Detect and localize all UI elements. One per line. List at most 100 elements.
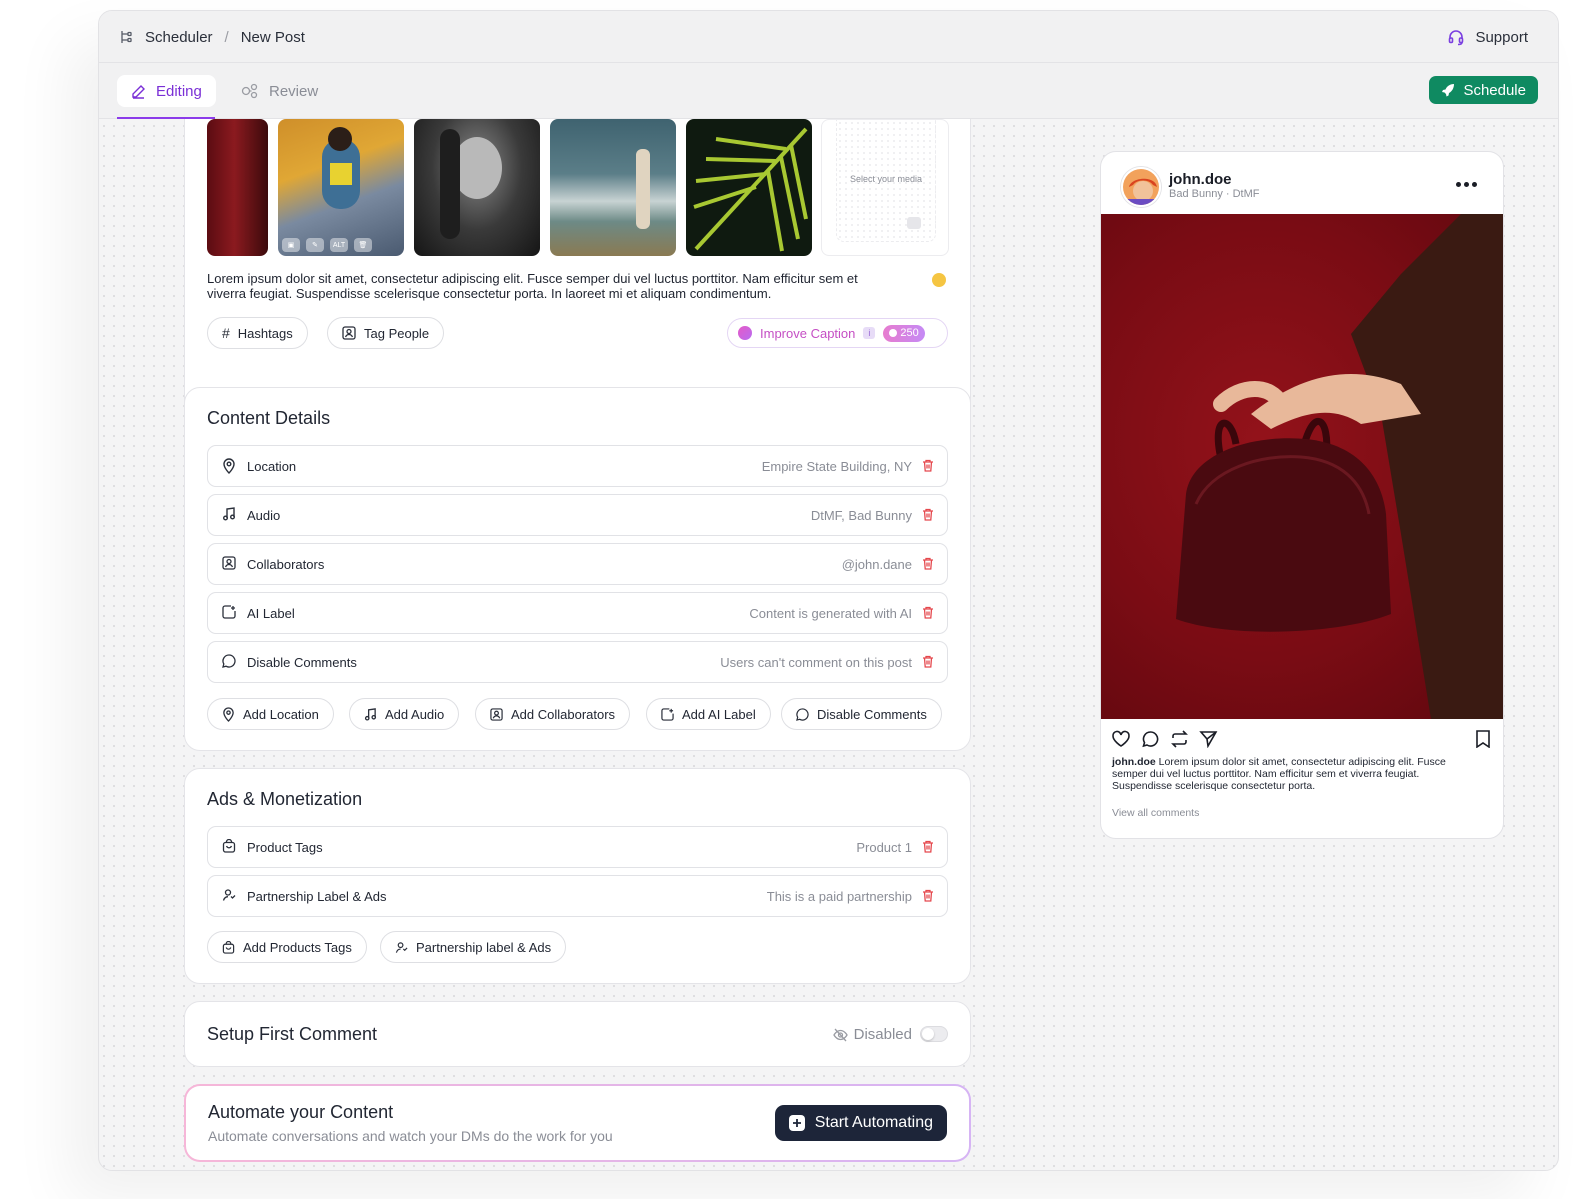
ads-title: Ads & Monetization: [207, 789, 363, 809]
first-comment-card: Setup First Comment Disabled: [184, 1001, 971, 1067]
automate-subtitle: Automate conversations and watch your DM…: [208, 1128, 613, 1144]
edit-icon[interactable]: ✎: [306, 238, 324, 252]
detail-row-ai-label[interactable]: AI Label Content is generated with AI: [207, 592, 948, 634]
tag-people-button[interactable]: Tag People: [327, 317, 445, 349]
image-icon[interactable]: ▣: [282, 238, 300, 252]
select-media-text: Select your media: [849, 174, 923, 184]
row-value: Product 1: [856, 840, 912, 855]
credits-badge: 250: [883, 324, 925, 342]
tab-review[interactable]: Review: [227, 75, 332, 107]
tab-editing[interactable]: Editing: [117, 75, 216, 107]
breadcrumb-root[interactable]: Scheduler: [145, 29, 213, 46]
row-label: Disable Comments: [247, 655, 357, 670]
first-comment-title: Setup First Comment: [207, 1024, 378, 1044]
hashtags-button[interactable]: # Hashtags: [207, 317, 308, 349]
add-audio-label: Add Audio: [385, 706, 445, 722]
gallery-icon: [907, 217, 921, 229]
more-options-icon[interactable]: [1456, 182, 1477, 187]
row-label: Location: [247, 459, 297, 474]
emoji-icon[interactable]: [932, 273, 946, 287]
add-ai-label-button[interactable]: Add AI Label: [646, 698, 771, 730]
media-thumbnail[interactable]: [686, 119, 812, 256]
schedule-button[interactable]: Schedule: [1429, 76, 1538, 104]
detail-row-location[interactable]: Location Empire State Building, NY: [207, 445, 948, 487]
first-comment-status: Disabled: [832, 1026, 912, 1043]
eye-off-icon: [832, 1028, 848, 1042]
music-icon: [364, 707, 377, 721]
view-all-comments-link[interactable]: View all comments: [1112, 807, 1199, 819]
send-icon[interactable]: [1199, 730, 1218, 748]
row-value: @john.dane: [841, 557, 912, 572]
ads-row-partnership[interactable]: Partnership Label & Ads This is a paid p…: [207, 875, 948, 917]
first-comment-toggle[interactable]: [920, 1026, 948, 1042]
trash-icon[interactable]: [922, 606, 934, 619]
ads-monetization-card: Ads & Monetization Product Tags Product …: [184, 768, 971, 984]
scheduler-icon: [119, 30, 133, 44]
media-thumbnail[interactable]: [550, 119, 676, 256]
trash-icon[interactable]: [922, 655, 934, 668]
add-location-label: Add Location: [243, 706, 319, 722]
handbag-photo: [1176, 214, 1503, 719]
detail-row-audio[interactable]: Audio DtMF, Bad Bunny: [207, 494, 948, 536]
improve-caption-label: Improve Caption: [760, 325, 856, 341]
add-collaborators-button[interactable]: Add Collaborators: [475, 698, 631, 730]
hashtags-label: Hashtags: [237, 325, 293, 341]
caption-text[interactable]: Lorem ipsum dolor sit amet, consectetur …: [207, 271, 897, 301]
tab-editing-label: Editing: [156, 82, 202, 100]
add-product-tags-button[interactable]: Add Products Tags: [207, 931, 367, 963]
alt-text-button[interactable]: ALT: [330, 238, 348, 252]
breadcrumb-current: New Post: [240, 28, 305, 46]
partnership-label-button[interactable]: Partnership label & Ads: [380, 931, 567, 963]
automate-title: Automate your Content: [208, 1102, 394, 1122]
trash-icon[interactable]: [922, 889, 934, 902]
select-media-slot[interactable]: Select your media: [821, 119, 949, 256]
trash-icon[interactable]: [922, 840, 934, 853]
music-icon: [222, 507, 236, 521]
credits-count: 250: [900, 327, 919, 339]
info-icon[interactable]: i: [863, 327, 876, 339]
collaborators-icon: [222, 556, 236, 570]
trash-icon[interactable]: 🗑: [354, 238, 372, 252]
add-location-button[interactable]: Add Location: [207, 698, 334, 730]
trash-icon[interactable]: [922, 557, 934, 570]
heart-icon[interactable]: [1111, 730, 1131, 748]
app-window: Scheduler / New Post Support Editing Rev…: [98, 10, 1559, 1171]
trash-icon[interactable]: [922, 459, 934, 472]
select-media-dropzone: Select your media: [836, 120, 936, 242]
tab-review-label: Review: [269, 82, 319, 100]
content-details-card: Content Details Location Empire State Bu…: [184, 387, 971, 751]
start-automating-button[interactable]: Start Automating: [774, 1105, 947, 1141]
headset-icon: [1447, 28, 1465, 46]
media-thumbnail[interactable]: ▣ ✎ ALT 🗑: [278, 119, 404, 256]
media-thumbnail[interactable]: [207, 119, 268, 256]
content-details-title: Content Details: [207, 408, 331, 428]
trash-icon[interactable]: [922, 508, 934, 521]
improve-caption-button[interactable]: Improve Caption i 250: [727, 318, 948, 348]
row-value: Users can't comment on this post: [720, 655, 912, 670]
row-value: Content is generated with AI: [749, 606, 912, 621]
support-link[interactable]: Support: [1447, 11, 1528, 63]
ai-label-icon: [661, 707, 674, 721]
avatar: [1121, 167, 1161, 207]
media-thumbnail[interactable]: [414, 119, 540, 256]
partnership-icon: [395, 941, 408, 954]
ads-row-product-tags[interactable]: Product Tags Product 1: [207, 826, 948, 868]
first-comment-status-label: Disabled: [853, 1026, 912, 1043]
post-preview: john.doe Bad Bunny · DtMF john.doe Lorem: [1100, 151, 1504, 839]
row-label: Partnership Label & Ads: [247, 889, 387, 904]
sparkle-icon: [738, 326, 752, 340]
comment-icon[interactable]: [1141, 730, 1160, 748]
bookmark-icon[interactable]: [1475, 730, 1491, 748]
repost-icon[interactable]: [1170, 730, 1189, 748]
collaborators-icon: [490, 707, 503, 721]
hash-icon: #: [222, 325, 230, 341]
detail-row-disable-comments[interactable]: Disable Comments Users can't comment on …: [207, 641, 948, 683]
detail-row-collaborators[interactable]: Collaborators @john.dane: [207, 543, 948, 585]
shopping-bag-icon: [222, 839, 236, 853]
comment-icon: [796, 707, 809, 721]
disable-comments-button[interactable]: Disable Comments: [781, 698, 942, 730]
row-label: AI Label: [247, 606, 295, 621]
thumb-figure-head: [328, 127, 352, 151]
add-audio-button[interactable]: Add Audio: [349, 698, 460, 730]
row-value: Empire State Building, NY: [761, 459, 912, 474]
